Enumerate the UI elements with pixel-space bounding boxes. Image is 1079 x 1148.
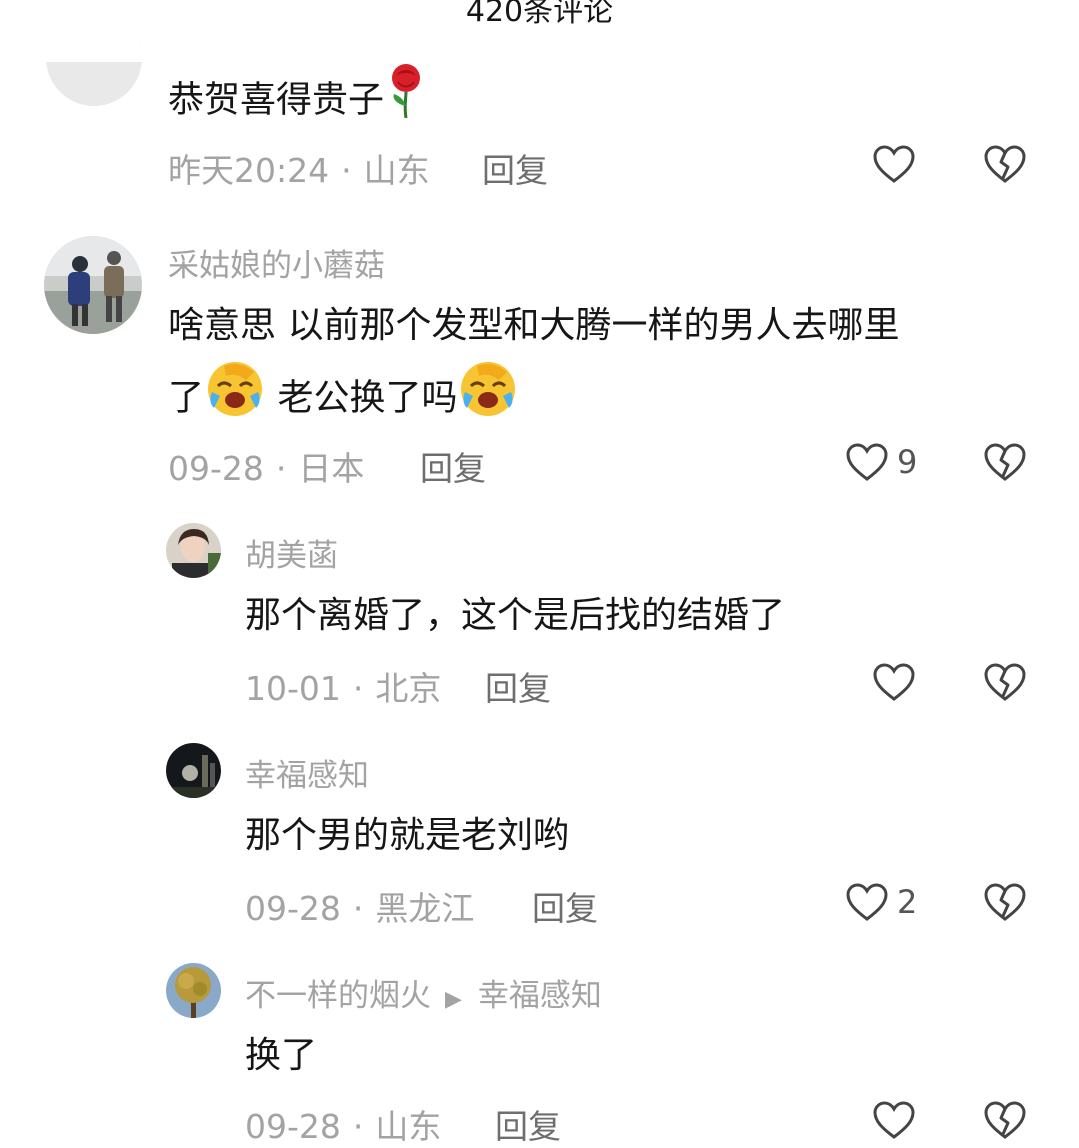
comment-time: 09-28 <box>245 889 341 928</box>
comment-time: 09-28 <box>168 449 264 488</box>
comment-time: 09-28 <box>245 1107 341 1146</box>
comment-text-line2: 了 老公换了吗 <box>168 358 519 441</box>
comment-location: 山东 <box>363 151 430 190</box>
dislike-button[interactable] <box>983 882 1027 926</box>
reply-button[interactable]: 回复 <box>482 144 548 192</box>
reply-button[interactable]: 回复 <box>485 662 551 710</box>
broken-heart-icon <box>984 663 1026 701</box>
like-button[interactable] <box>872 662 916 702</box>
heart-outline-icon <box>873 1101 915 1139</box>
like-button[interactable] <box>872 1100 916 1140</box>
comment-meta: 09-28 · 黑龙江 <box>245 889 475 928</box>
like-count: 9 <box>897 443 918 481</box>
username[interactable]: 采姑娘的小蘑菇 <box>168 240 385 285</box>
heart-outline-icon <box>846 883 888 921</box>
comment-time: 昨天20:24 <box>168 151 330 190</box>
dislike-button[interactable] <box>983 662 1027 706</box>
comment-location: 山东 <box>375 1107 442 1146</box>
avatar[interactable] <box>46 10 142 106</box>
username: 不一样的烟火 ▶ 幸福感知 <box>245 970 602 1015</box>
comment-meta: 09-28 · 日本 <box>168 449 365 488</box>
username[interactable]: 幸福感知 <box>245 750 369 795</box>
comment-location: 日本 <box>298 449 365 488</box>
broken-heart-icon <box>984 145 1026 183</box>
like-button[interactable] <box>872 144 916 184</box>
comment-text: 那个男的就是老刘哟 <box>245 815 570 856</box>
play-triangle-icon: ▶ <box>445 987 462 1012</box>
comment-time: 10-01 <box>245 669 341 708</box>
avatar[interactable] <box>166 743 221 798</box>
reply-target[interactable]: 幸福感知 <box>478 978 602 1014</box>
avatar[interactable] <box>166 963 221 1018</box>
reply-button[interactable]: 回复 <box>495 1100 561 1148</box>
comment-text: 恭贺喜得贵子 <box>168 62 428 141</box>
avatar[interactable] <box>44 236 142 334</box>
facepalm-cry-emoji-icon <box>204 358 266 441</box>
comment-text: 啥意思 以前那个发型和大腾一样的男人去哪里 <box>168 305 900 346</box>
broken-heart-icon <box>984 443 1026 481</box>
comment-text: 换了 <box>245 1035 318 1076</box>
avatar[interactable] <box>166 523 221 578</box>
broken-heart-icon <box>984 1101 1026 1139</box>
rose-emoji-icon <box>384 62 428 141</box>
dislike-button[interactable] <box>983 144 1027 188</box>
reply-button[interactable]: 回复 <box>420 442 486 490</box>
comment-meta: 09-28 · 山东 <box>245 1107 442 1146</box>
username[interactable]: 胡美菡 <box>245 530 338 575</box>
like-button[interactable]: 2 <box>845 882 917 922</box>
reply-button[interactable]: 回复 <box>532 882 598 930</box>
comment-meta: 昨天20:24 · 山东 <box>168 151 430 190</box>
comment-text: 那个离婚了，这个是后找的结婚了 <box>245 595 786 636</box>
comment-count-title: 420条评论 <box>465 0 614 29</box>
facepalm-cry-emoji-icon <box>457 358 519 441</box>
like-button[interactable]: 9 <box>845 442 917 482</box>
heart-outline-icon <box>846 443 888 481</box>
comment-meta: 10-01 · 北京 <box>245 669 442 708</box>
comment-location: 北京 <box>375 669 442 708</box>
dislike-button[interactable] <box>983 442 1027 486</box>
comment-location: 黑龙江 <box>375 889 475 928</box>
broken-heart-icon <box>984 883 1026 921</box>
reply-author[interactable]: 不一样的烟火 <box>245 978 431 1014</box>
dislike-button[interactable] <box>983 1100 1027 1144</box>
like-count: 2 <box>897 883 918 921</box>
heart-outline-icon <box>873 663 915 701</box>
heart-outline-icon <box>873 145 915 183</box>
